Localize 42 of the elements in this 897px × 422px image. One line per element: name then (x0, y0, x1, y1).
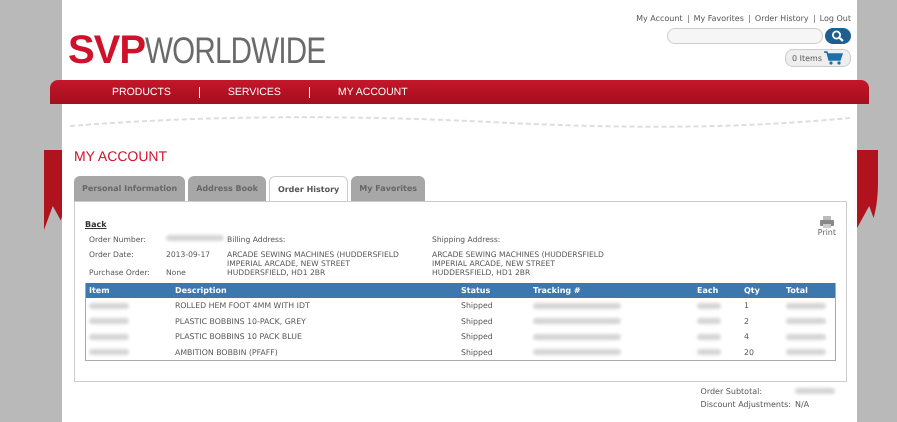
cart-icon (824, 51, 844, 65)
redacted-value (795, 388, 835, 394)
redacted-value (786, 318, 826, 324)
column-header: Qty (744, 286, 761, 295)
column-header: Total (786, 286, 809, 295)
header-link[interactable]: Log Out (820, 14, 851, 23)
nav-item[interactable]: PRODUCTS (112, 86, 171, 98)
total-value: N/A (795, 400, 810, 409)
search-button[interactable] (825, 28, 851, 44)
back-link[interactable]: Back (85, 220, 107, 229)
redacted-value (89, 302, 129, 309)
redacted-value (697, 334, 721, 340)
page-title: MY ACCOUNT (74, 148, 168, 164)
print-button[interactable]: Print (818, 216, 836, 237)
header-link[interactable]: Order History (754, 14, 809, 23)
redacted-value (89, 349, 129, 356)
header-link[interactable]: My Favorites (694, 14, 744, 23)
tab[interactable]: Order History (268, 176, 348, 201)
redacted-value (89, 318, 129, 324)
redacted-value (786, 334, 826, 340)
column-header: Item (89, 286, 111, 295)
redacted-value (697, 349, 721, 356)
column-header: Tracking # (533, 286, 582, 295)
total-label: Order Subtotal: (700, 387, 764, 396)
cart-button[interactable]: 0 Items (784, 49, 851, 67)
column-header: Each (697, 286, 720, 295)
total-label: Discount Adjustments: (700, 400, 791, 409)
column-header: Status (461, 286, 492, 295)
logo[interactable]: SVPWORLDWIDE (68, 30, 324, 70)
redacted-value (166, 235, 224, 241)
column-header: Description (175, 286, 228, 295)
redacted-value (697, 318, 721, 324)
redacted-value (786, 349, 826, 356)
redacted-value (697, 302, 721, 309)
printer-icon (820, 216, 834, 228)
nav-item[interactable]: MY ACCOUNT (338, 86, 408, 98)
search-icon (831, 30, 845, 42)
redacted-value (89, 334, 129, 340)
search-field[interactable] (667, 28, 823, 44)
nav-item[interactable]: SERVICES (228, 86, 281, 98)
redacted-value (786, 302, 826, 309)
header-link[interactable]: My Account (636, 14, 683, 23)
